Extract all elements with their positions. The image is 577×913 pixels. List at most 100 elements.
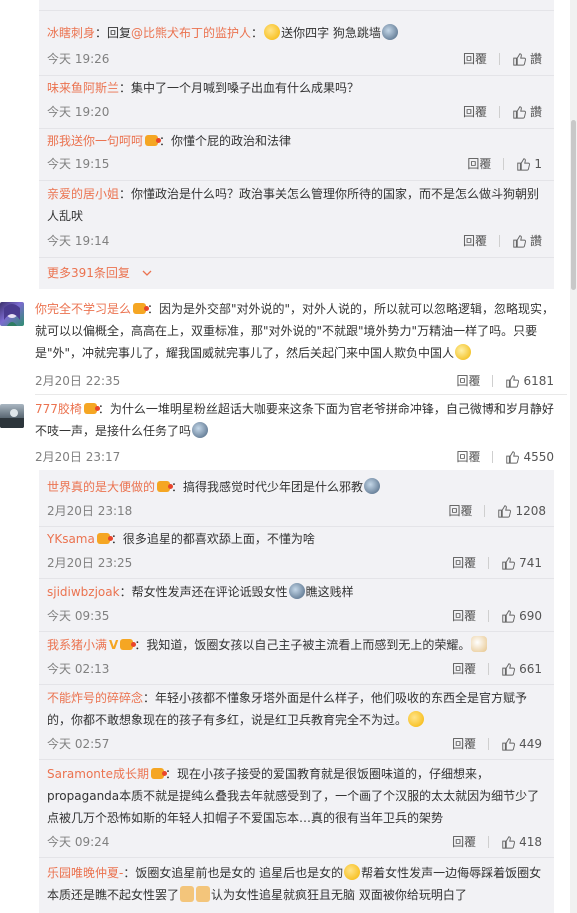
reply-actions: 回覆 1: [467, 155, 542, 172]
comment-body: 你完全不学习是么 ：因为是外交部"对外说的"，对外人说的，所以就可以忽略逻辑，忽略…: [35, 298, 560, 364]
reply-button[interactable]: 回覆: [452, 607, 476, 624]
like-button[interactable]: 讚: [512, 103, 542, 120]
reply-button[interactable]: 回覆: [452, 735, 476, 752]
like-button[interactable]: 661: [501, 662, 542, 676]
reply-actions: 回覆 661: [452, 660, 542, 677]
more-replies-link[interactable]: 更多391条回复: [47, 264, 152, 281]
reply-username[interactable]: Saramonte成长期: [47, 767, 149, 781]
shark-emoji-icon: [364, 478, 381, 494]
avatar[interactable]: [0, 302, 24, 326]
chevron-down-icon: [142, 270, 152, 276]
comment-text: 是"外"，冲就完事儿了，耀我国威就完事儿了，然后关起门来中国人欺负中国人: [35, 346, 455, 360]
reply-text: Saramonte成长期 ：现在小孩子接受的爱国教育就是很饭圈味道的，仔细想来，: [47, 763, 489, 785]
reply-thread-2: 世界真的是大便做的 ：搞得我感觉时代少年团是什么邪教 2月20日 23:18 回覆…: [39, 470, 554, 913]
reply-text-body: 本质还是瞧不起女性罢了: [47, 888, 180, 902]
reply-text: YKsama ：很多追星的都喜欢舔上面，不懂为啥: [47, 528, 315, 550]
like-button[interactable]: 418: [501, 835, 542, 849]
avatar[interactable]: [0, 404, 24, 428]
like-count: 418: [519, 834, 542, 849]
reply-username[interactable]: sjidiwbzjoak: [47, 585, 120, 599]
reply-time: 今天 19:20: [47, 105, 110, 119]
reply-username[interactable]: 那我送你一句呵呵: [47, 134, 143, 148]
reply-button[interactable]: 回覆: [467, 155, 491, 172]
scrollbar[interactable]: [570, 0, 577, 913]
reply-text-colon: ：: [251, 26, 264, 40]
scrollbar-thumb[interactable]: [571, 120, 576, 290]
reply-button[interactable]: 回覆: [463, 103, 487, 120]
divider: [35, 394, 567, 395]
vip-badge-icon: [96, 533, 113, 544]
comment-item: 你完全不学习是么 ：因为是外交部"对外说的"，对外人说的，所以就可以忽略逻辑，忽略…: [0, 298, 570, 390]
reply-text-body: ：很多追星的都喜欢舔上面，不懂为啥: [110, 532, 315, 546]
reply-username[interactable]: 我系猪小满: [47, 638, 107, 652]
comment-text-line2: 就可以以偏概全，高高在上，双重标准，那"对外说的"不就跟"境外势力"万精油一样了…: [35, 324, 538, 338]
reply-actions: 回覆 讚: [463, 232, 542, 249]
like-button[interactable]: 讚: [512, 232, 542, 249]
reply-text: 冰瞎刺身：回复@比熊犬布丁的监护人： 送你四字 狗急跳墙: [47, 22, 399, 44]
vip-badge-icon: [145, 135, 162, 146]
divider: [39, 857, 554, 858]
reply-text-rest: 认为女性追星就疯狂且无脑 双面被你给玩明白了: [211, 888, 467, 902]
reply-button[interactable]: 回覆: [452, 833, 476, 850]
divider: [39, 684, 554, 685]
reply-actions: 回覆 418: [452, 833, 542, 850]
dog-emoji-icon: [471, 636, 488, 652]
reply-username[interactable]: 冰瞎刺身: [47, 26, 95, 40]
thumbs-up-icon: [506, 374, 520, 388]
reply-text: 我系猪小满 V ：我知道，饭圈女孩以自己主子被主流看上而感到无上的荣耀。: [47, 634, 488, 656]
mention-link[interactable]: @比熊犬布丁的监护人: [131, 26, 251, 40]
reply-button[interactable]: 回覆: [456, 372, 480, 389]
reply-text: sjidiwbzjoak：帮女性发声还在评论诋毁女性 瞧这贱样: [47, 581, 354, 603]
thumbs-up-icon: [513, 234, 526, 248]
reply-text: 乐园唯晚仲夏-：饭圈女追星前也是女的 追星后也是女的 帮着女性发声一边侮辱踩着饭圈…: [47, 862, 541, 884]
reply-time: 今天 19:26: [47, 52, 110, 66]
reply-username[interactable]: 亲爱的居小姐: [47, 187, 119, 201]
divider: [39, 75, 554, 76]
divider: [39, 578, 554, 579]
thumbs-down-emoji-icon: [180, 886, 195, 902]
reply-username[interactable]: 乐园唯晚仲夏-: [47, 866, 123, 880]
separator: [498, 234, 500, 247]
like-button[interactable]: 4550: [505, 450, 554, 464]
reply-text-prefix: ：回复: [95, 26, 132, 40]
reply-username[interactable]: 味来鱼阿斯兰: [47, 81, 119, 95]
reply-actions: 回覆 449: [452, 735, 542, 752]
reply-time: 今天 02:13: [47, 662, 110, 676]
vip-badge-icon: [157, 481, 174, 492]
separator: [488, 609, 490, 622]
reply-text-line3: 点被几万个恐怖如斯的年轻人扣帽子不爱国忘本…真的很有当年卫兵的架势: [47, 811, 444, 825]
like-button[interactable]: 741: [501, 556, 542, 570]
like-button[interactable]: 1: [516, 157, 542, 171]
reply-username[interactable]: 不能炸号的碎碎念: [47, 691, 143, 705]
thumbs-up-icon: [517, 157, 531, 171]
divider: [39, 631, 554, 632]
reply-button[interactable]: 回覆: [452, 554, 476, 571]
like-button[interactable]: 1208: [497, 504, 546, 518]
reply-text-line1: ：你懂政治是什么吗？政治事关怎么管理你所待的国家，而不是怎么做斗狗朝别: [119, 187, 540, 201]
reply-actions: 回覆 741: [452, 554, 542, 571]
thumbs-up-icon: [502, 662, 516, 676]
reply-button[interactable]: 回覆: [463, 50, 487, 67]
reply-button[interactable]: 回覆: [456, 448, 480, 465]
comment-text: ：为什么一堆明星粉丝超话大咖要来这条下面为官老爷拼命冲锋，自己微博和岁月静好: [97, 402, 554, 416]
reply-button[interactable]: 回覆: [452, 660, 476, 677]
reply-text-body: ：集中了一个月喊到嗓子出血有什么成果吗？: [119, 81, 360, 95]
reply-username[interactable]: 世界真的是大便做的: [47, 480, 155, 494]
shark-emoji-icon: [288, 583, 305, 599]
reply-button[interactable]: 回覆: [448, 502, 472, 519]
like-button[interactable]: 讚: [512, 50, 542, 67]
laughing-emoji-icon: [408, 711, 425, 727]
laughing-emoji-icon: [264, 24, 281, 40]
comment-body: 777胶椅 ：为什么一堆明星粉丝超话大咖要来这条下面为官老爷拼命冲锋，自己微博和岁…: [35, 398, 560, 442]
comment-username[interactable]: 777胶椅: [35, 402, 82, 416]
like-button[interactable]: 690: [501, 609, 542, 623]
reply-text-body: ：年轻小孩都不懂象牙塔外面是什么样子，他们吸收的东西全是官方赋予: [143, 691, 528, 705]
like-button[interactable]: 6181: [505, 374, 554, 388]
comment-username[interactable]: 你完全不学习是么: [35, 302, 131, 316]
reply-username[interactable]: YKsama: [47, 532, 95, 546]
separator: [488, 737, 490, 750]
reply-button[interactable]: 回覆: [463, 232, 487, 249]
like-button[interactable]: 449: [501, 737, 542, 751]
comment-time: 2月20日 22:35: [35, 374, 121, 388]
divider: [39, 759, 554, 760]
